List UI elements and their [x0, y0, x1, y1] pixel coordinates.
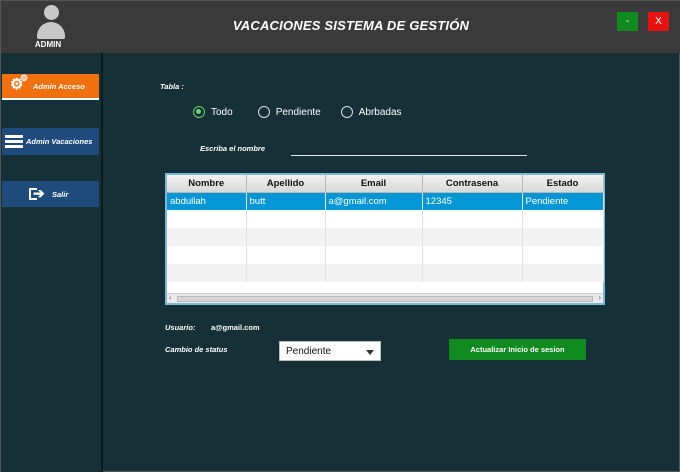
usuario-value: a@gmail.com — [211, 323, 260, 332]
status-dropdown-value: Pendiente — [286, 346, 332, 357]
table-header-row: Nombre Apellido Email Contrasena Estado — [167, 175, 604, 193]
radio-todo[interactable]: Todo — [193, 106, 233, 118]
radio-unselected-icon — [340, 106, 353, 118]
column-header-estado[interactable]: Estado — [522, 175, 604, 193]
main-panel: Tabla : Todo Pendiente Abrbadas Escriba … — [105, 53, 679, 471]
table-filter-label: Tabla : — [160, 82, 184, 91]
column-header-contrasena[interactable]: Contrasena — [422, 175, 523, 193]
table-cell: abdullah — [167, 192, 247, 210]
sidebar-item-salir[interactable]: ➔ Salir — [2, 181, 99, 207]
close-button[interactable]: X — [648, 12, 669, 31]
status-change-label: Cambio de status — [165, 345, 228, 354]
table-row-empty — [167, 210, 604, 228]
sidebar: Admin Acceso Admin Vacaciones ➔ Salir — [1, 53, 103, 472]
users-table: Nombre Apellido Email Contrasena Estado … — [165, 173, 605, 305]
name-search-label: Escriba el nombre — [200, 144, 266, 153]
app-window: ADMIN VACACIONES SISTEMA DE GESTIÓN - X … — [0, 0, 680, 472]
scroll-left-icon[interactable]: ‹ — [169, 293, 172, 302]
column-header-apellido[interactable]: Apellido — [246, 175, 326, 193]
scrollbar-thumb[interactable] — [177, 296, 593, 302]
radio-pendiente[interactable]: Pendiente — [257, 106, 321, 118]
sidebar-item-label: Admin Vacaciones — [26, 137, 93, 146]
table-row-empty — [167, 264, 604, 282]
sidebar-item-admin-vacaciones[interactable]: Admin Vacaciones — [2, 128, 99, 155]
title-bar: ADMIN VACACIONES SISTEMA DE GESTIÓN - X — [1, 1, 680, 53]
sidebar-item-label: Admin Acceso — [33, 81, 85, 91]
table-cell: butt — [246, 192, 326, 210]
filter-radio-group: Todo Pendiente Abrbadas — [193, 106, 402, 118]
table-cell: Pendiente — [522, 192, 604, 210]
table-cell: 12345 — [422, 192, 523, 210]
table-row[interactable]: abdullah butt a@gmail.com 12345 Pendient… — [167, 192, 604, 210]
list-icon — [5, 134, 23, 149]
table-row-empty — [167, 246, 604, 264]
table-cell: a@gmail.com — [325, 192, 423, 210]
table-row-empty — [167, 228, 604, 246]
minimize-button[interactable]: - — [617, 12, 638, 31]
radio-abrbadas[interactable]: Abrbadas — [340, 106, 402, 118]
sidebar-item-label: Salir — [52, 189, 69, 199]
gears-icon — [10, 73, 30, 93]
column-header-nombre[interactable]: Nombre — [167, 175, 247, 193]
sidebar-item-admin-acceso[interactable]: Admin Acceso — [2, 73, 99, 100]
status-dropdown[interactable]: Pendiente — [279, 341, 381, 361]
radio-label: Todo — [211, 106, 233, 118]
horizontal-scrollbar[interactable]: ‹ › — [167, 293, 603, 303]
column-header-email[interactable]: Email — [325, 175, 423, 193]
radio-selected-icon — [193, 106, 205, 118]
update-login-button[interactable]: Actualizar Inicio de sesion — [449, 339, 586, 360]
exit-icon: ➔ — [29, 185, 45, 201]
scroll-right-icon[interactable]: › — [598, 293, 601, 302]
radio-label: Abrbadas — [358, 106, 402, 118]
radio-label: Pendiente — [275, 106, 321, 118]
app-title: VACACIONES SISTEMA DE GESTIÓN — [232, 18, 470, 33]
usuario-label: Usuario: — [165, 323, 196, 332]
radio-unselected-icon — [257, 106, 270, 118]
user-avatar-icon — [37, 5, 65, 39]
chevron-down-icon — [366, 350, 374, 355]
name-search-input[interactable] — [291, 142, 527, 156]
user-label: ADMIN — [34, 40, 62, 49]
